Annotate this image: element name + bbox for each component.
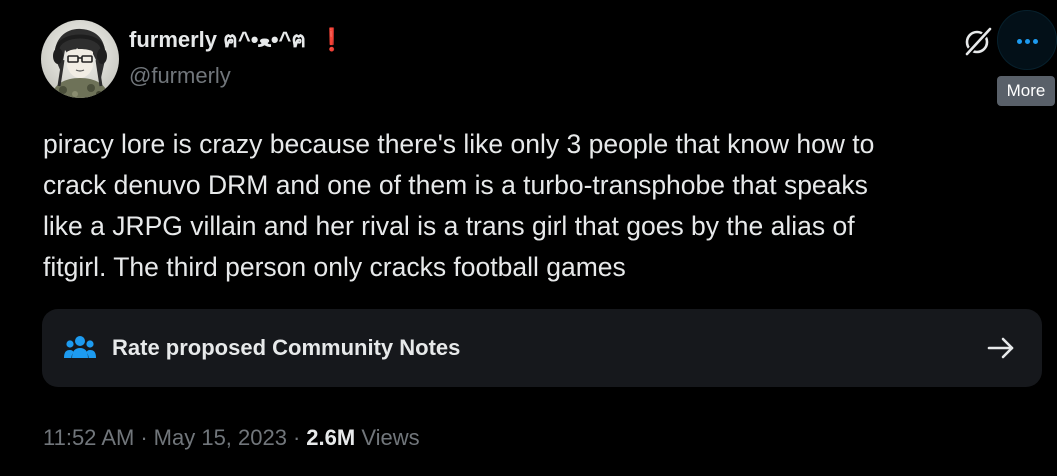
community-notes-label: Rate proposed Community Notes bbox=[112, 335, 461, 360]
rate-community-notes-button[interactable]: Rate proposed Community Notes bbox=[42, 309, 1042, 387]
people-icon bbox=[64, 336, 96, 358]
separator: · bbox=[140, 425, 148, 450]
tweet-text-line: crack denuvo DRM and one of them is a tu… bbox=[43, 170, 868, 200]
more-tooltip: More bbox=[997, 76, 1055, 106]
tweet-date[interactable]: May 15, 2023 bbox=[154, 425, 287, 450]
tweet-text-line: piracy lore is crazy because there's lik… bbox=[43, 129, 875, 159]
arrow-right-icon bbox=[987, 337, 1014, 359]
display-name-text: furmerly ฅ^•ﻌ•^ฅ bbox=[129, 27, 307, 52]
author-handle[interactable]: @furmerly bbox=[129, 62, 231, 90]
more-dots-icon bbox=[997, 37, 1057, 44]
more-options-button[interactable] bbox=[997, 10, 1057, 70]
warning-emoji-icon: ❗ bbox=[318, 27, 346, 52]
tweet-text-line: like a JRPG villain and her rival is a t… bbox=[43, 211, 855, 241]
tweet-text: piracy lore is crazy because there's lik… bbox=[43, 124, 1028, 288]
anime-avatar-icon bbox=[51, 28, 109, 98]
grok-icon[interactable] bbox=[962, 25, 994, 57]
tweet-meta: 11:52 AM · May 15, 2023 · 2.6M Views bbox=[43, 423, 420, 453]
tweet-time[interactable]: 11:52 AM bbox=[43, 425, 134, 450]
separator: · bbox=[292, 425, 301, 450]
avatar[interactable] bbox=[41, 20, 119, 98]
tweet-text-line: fitgirl. The third person only cracks fo… bbox=[43, 252, 626, 282]
views-count: 2.6M bbox=[306, 425, 356, 450]
views-label: Views bbox=[361, 425, 420, 450]
author-display-name[interactable]: furmerly ฅ^•ﻌ•^ฅ ❗ bbox=[129, 26, 346, 54]
